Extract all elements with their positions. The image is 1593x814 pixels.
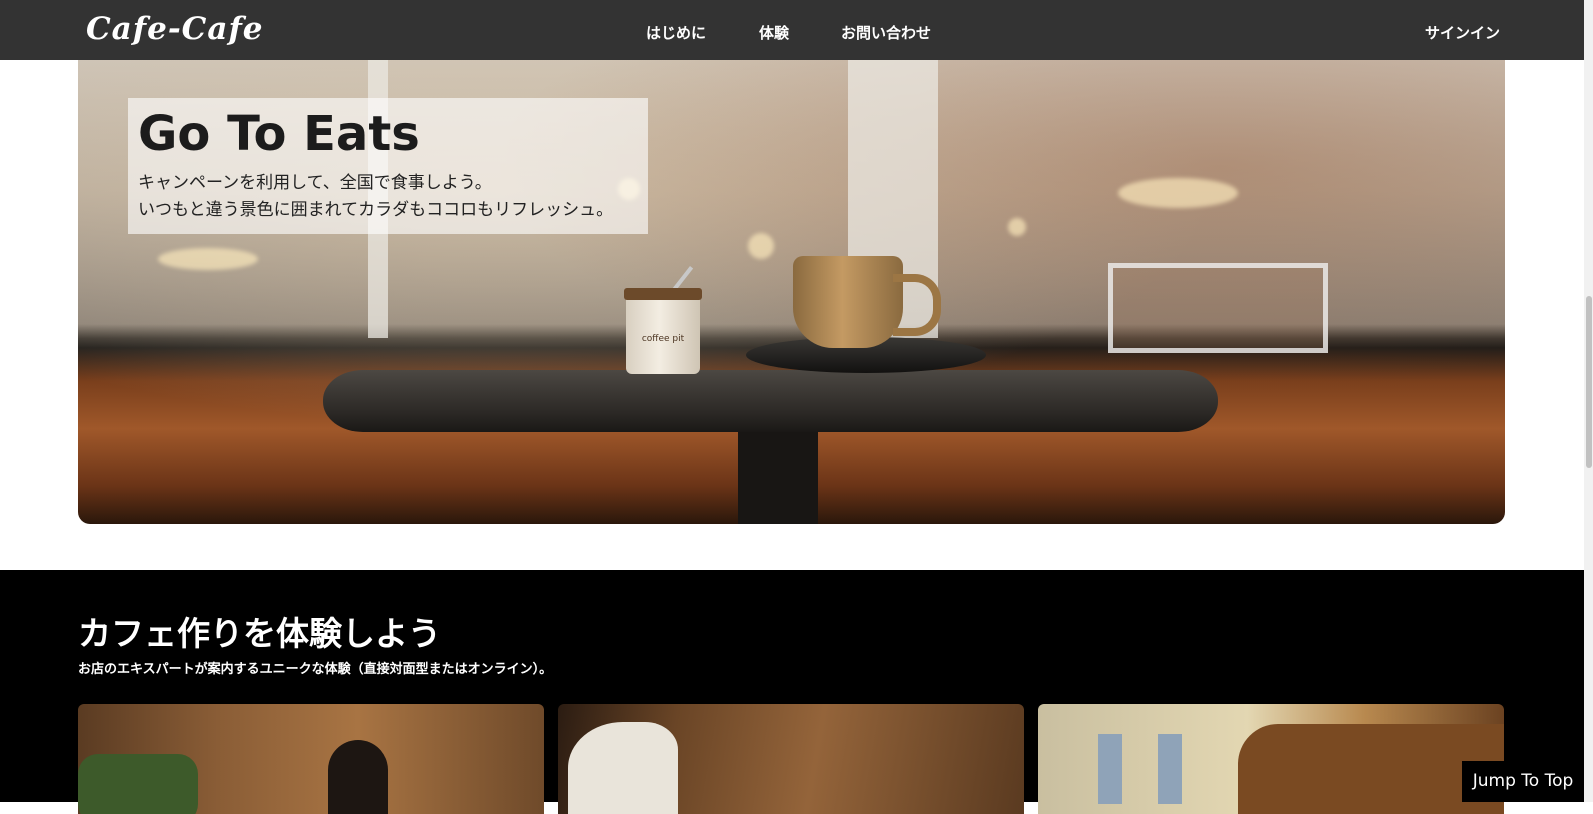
jump-to-top-button[interactable]: Jump To Top	[1462, 761, 1584, 802]
hero-title: Go To Eats	[138, 106, 420, 162]
experience-card[interactable]	[78, 704, 544, 814]
card-photo-window	[1158, 734, 1182, 804]
photo-table	[323, 370, 1218, 432]
hero-description-line: いつもと違う景色に囲まれてカラダもココロもリフレッシュ。	[138, 200, 614, 220]
photo-bokeh	[158, 248, 258, 270]
hero-banner: coffee pit Go To Eats キャンペーンを利用して、全国で食事し…	[78, 48, 1505, 524]
nav-link-contact[interactable]: お問い合わせ	[841, 24, 931, 42]
section-title: カフェ作りを体験しよう	[78, 614, 441, 653]
nav-link-experience[interactable]: 体験	[759, 24, 789, 42]
photo-bokeh	[1118, 178, 1238, 208]
experience-card[interactable]	[1038, 704, 1504, 814]
card-photo-window	[1098, 734, 1122, 804]
photo-bokeh	[1008, 218, 1026, 236]
photo-cup-handle	[893, 274, 941, 336]
card-photo-person	[328, 740, 388, 814]
card-photo-cake	[568, 722, 678, 814]
photo-jar-label: coffee pit	[641, 334, 685, 344]
photo-jar-lid	[624, 288, 702, 300]
card-photo-plant	[78, 754, 198, 814]
experience-card[interactable]	[558, 704, 1024, 814]
scrollbar-thumb[interactable]	[1586, 296, 1592, 468]
photo-window	[1108, 263, 1328, 353]
site-header: Cafe-Cafe はじめに 体験 お問い合わせ サインイン	[0, 0, 1584, 60]
site-logo[interactable]: Cafe-Cafe	[86, 14, 264, 45]
nav-link-intro[interactable]: はじめに	[646, 24, 706, 42]
signin-link[interactable]: サインイン	[1425, 24, 1500, 42]
section-subtitle: お店のエキスパートが案内するユニークな体験（直接対面型またはオンライン）。	[78, 662, 553, 677]
experience-section: カフェ作りを体験しよう お店のエキスパートが案内するユニークな体験（直接対面型ま…	[0, 570, 1584, 814]
photo-bokeh	[748, 233, 774, 259]
photo-coffee-cup	[793, 256, 903, 348]
photo-table-stem	[738, 432, 818, 524]
hero-description-line: キャンペーンを利用して、全国で食事しよう。	[138, 173, 492, 193]
